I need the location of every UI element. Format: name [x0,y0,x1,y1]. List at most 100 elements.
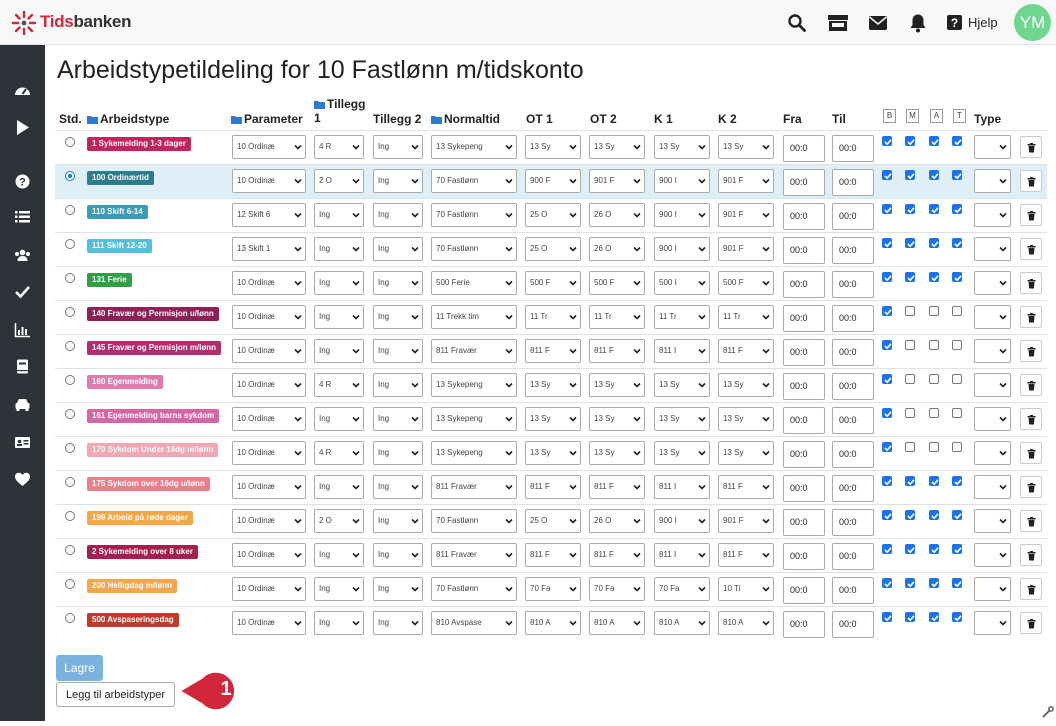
k1-select[interactable]: 13 Sy [654,407,710,431]
play-icon[interactable] [14,119,31,136]
a-checkbox[interactable] [929,578,939,588]
t-checkbox[interactable] [952,544,962,554]
parameter-select[interactable]: 10 Ordinæ [232,441,306,465]
ot1-select[interactable]: 810 A [525,611,581,635]
normaltid-select[interactable]: 811 Fravær [431,475,517,499]
a-checkbox[interactable] [929,306,939,316]
k2-select[interactable]: 901 F [718,509,774,533]
t-checkbox[interactable] [952,340,962,350]
store-icon[interactable] [827,13,849,33]
fra-time-input[interactable]: 00:0 [783,407,825,434]
tillegg1-select[interactable]: Ing [314,203,364,227]
t-checkbox[interactable] [952,272,962,282]
k2-select[interactable]: 13 Sy [718,373,774,397]
std-radio[interactable] [65,171,75,181]
delete-button[interactable] [1020,306,1042,328]
k2-select[interactable]: 11 Tr [718,305,774,329]
type-select[interactable] [974,611,1011,635]
parameter-select[interactable]: 12 Skift 6 [232,203,306,227]
tillegg1-select[interactable]: Ing [314,305,364,329]
tillegg2-select[interactable]: Ing [373,577,423,601]
bar-chart-icon[interactable] [14,321,31,338]
normaltid-select[interactable]: 70 Fastlønn [431,203,517,227]
fra-time-input[interactable]: 00:0 [783,441,825,468]
tillegg2-select[interactable]: Ing [373,509,423,533]
b-checkbox[interactable] [882,544,892,554]
k1-select[interactable]: 810 A [654,611,710,635]
std-radio[interactable] [65,443,75,453]
parameter-select[interactable]: 10 Ordinæ [232,577,306,601]
normaltid-select[interactable]: 810 Avspase [431,611,517,635]
ot2-select[interactable]: 13 Sy [589,373,645,397]
tillegg1-select[interactable]: Ing [314,611,364,635]
til-time-input[interactable]: 00:0 [832,135,874,162]
type-select[interactable] [974,339,1011,363]
bell-icon[interactable] [908,13,928,33]
ot2-select[interactable]: 26 O [589,237,645,261]
type-select[interactable] [974,509,1011,533]
std-radio[interactable] [65,341,75,351]
parameter-select[interactable]: 10 Ordinæ [232,305,306,329]
a-checkbox[interactable] [929,442,939,452]
m-checkbox[interactable] [905,442,915,452]
avatar[interactable]: YM [1014,4,1051,41]
til-time-input[interactable]: 00:0 [832,509,874,536]
delete-button[interactable] [1020,476,1042,498]
delete-button[interactable] [1020,170,1042,192]
m-checkbox[interactable] [905,544,915,554]
tillegg2-select[interactable]: Ing [373,611,423,635]
mail-icon[interactable] [868,13,888,33]
normaltid-select[interactable]: 70 Fastlønn [431,577,517,601]
a-checkbox[interactable] [929,136,939,146]
help-link[interactable]: Hjelp [968,15,998,30]
ot1-select[interactable]: 11 Tr [525,305,581,329]
til-time-input[interactable]: 00:0 [832,203,874,230]
type-select[interactable] [974,373,1011,397]
fra-time-input[interactable]: 00:0 [783,271,825,298]
b-checkbox[interactable] [882,510,892,520]
fra-time-input[interactable]: 00:0 [783,543,825,570]
ot1-select[interactable]: 25 O [525,509,581,533]
tillegg1-select[interactable]: Ing [314,271,364,295]
til-time-input[interactable]: 00:0 [832,441,874,468]
users-icon[interactable] [14,247,31,264]
parameter-select[interactable]: 10 Ordinæ [232,339,306,363]
ot1-select[interactable]: 25 O [525,237,581,261]
normaltid-select[interactable]: 70 Fastlønn [431,237,517,261]
id-card-icon[interactable] [14,434,31,451]
ot1-select[interactable]: 70 Fa [525,577,581,601]
tillegg2-select[interactable]: Ing [373,203,423,227]
type-select[interactable] [974,169,1011,193]
a-checkbox[interactable] [929,544,939,554]
til-time-input[interactable]: 00:0 [832,407,874,434]
parameter-select[interactable]: 10 Ordinæ [232,543,306,567]
m-checkbox[interactable] [905,306,915,316]
b-checkbox[interactable] [882,170,892,180]
k1-select[interactable]: 13 Sy [654,373,710,397]
fra-time-input[interactable]: 00:0 [783,475,825,502]
car-icon[interactable] [14,396,31,413]
til-time-input[interactable]: 00:0 [832,577,874,604]
b-checkbox[interactable] [882,306,892,316]
normaltid-select[interactable]: 70 Fastlønn [431,509,517,533]
parameter-select[interactable]: 13 Skift 1 [232,237,306,261]
help-icon[interactable]: ? [947,15,962,30]
tillegg2-select[interactable]: Ing [373,135,423,159]
ot2-select[interactable]: 11 Tr [589,305,645,329]
fra-time-input[interactable]: 00:0 [783,339,825,366]
tillegg2-select[interactable]: Ing [373,169,423,193]
m-checkbox[interactable] [905,170,915,180]
k1-select[interactable]: 11 Tr [654,305,710,329]
delete-button[interactable] [1020,544,1042,566]
m-checkbox[interactable] [905,612,915,622]
delete-button[interactable] [1020,612,1042,634]
k2-select[interactable]: 901 F [718,203,774,227]
std-radio[interactable] [65,205,75,215]
ot1-select[interactable]: 13 Sy [525,373,581,397]
ot2-select[interactable]: 13 Sy [589,135,645,159]
check-icon[interactable] [14,283,31,300]
ot1-select[interactable]: 811 F [525,543,581,567]
t-checkbox[interactable] [952,238,962,248]
std-radio[interactable] [65,307,75,317]
m-checkbox[interactable] [905,136,915,146]
